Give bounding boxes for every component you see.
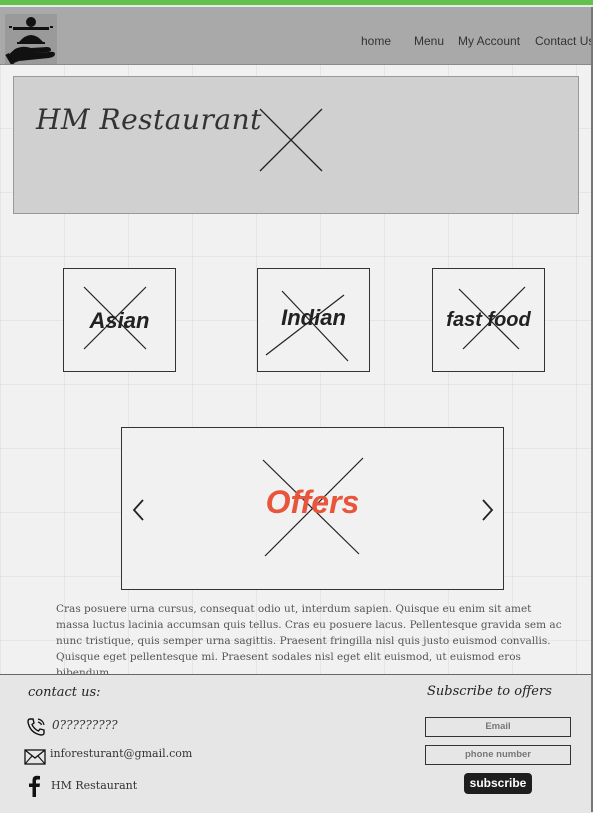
contact-heading: contact us: (28, 685, 101, 700)
facebook-link[interactable]: HM Restaurant (51, 779, 137, 792)
contact-phone[interactable]: 0????????? (52, 718, 118, 732)
navbar: home Menu My Account Contact Us (0, 7, 593, 65)
category-card-fast-food[interactable]: fast food (432, 268, 545, 372)
subscribe-button[interactable]: subscribe (464, 773, 532, 794)
image-placeholder-icon (259, 108, 323, 172)
body-paragraph: Cras posuere urna cursus, consequat odio… (56, 603, 562, 679)
contact-email[interactable]: inforesturant@gmail.com (50, 747, 192, 760)
category-card-asian[interactable]: Asian (63, 268, 176, 372)
chevron-right-icon[interactable] (479, 498, 495, 522)
nav-my-account-link[interactable]: My Account (458, 34, 520, 48)
nav-home-link[interactable]: home (361, 34, 391, 48)
phone-icon (27, 718, 45, 736)
nav-menu-link[interactable]: Menu (414, 34, 444, 48)
offers-label: Offers (265, 484, 360, 520)
offers-carousel[interactable]: Offers (121, 427, 504, 590)
category-label: Asian (89, 308, 150, 333)
facebook-icon[interactable] (27, 775, 41, 797)
nav-contact-us-link[interactable]: Contact Us (535, 34, 593, 48)
chevron-left-icon[interactable] (131, 498, 147, 522)
envelope-icon (24, 749, 46, 765)
email-field[interactable]: Email (425, 717, 571, 737)
phone-number-field[interactable]: phone number (425, 745, 571, 765)
category-card-indian[interactable]: Indian (257, 268, 370, 372)
restaurant-serving-hand-icon[interactable] (5, 14, 57, 64)
category-label: Indian (281, 305, 346, 330)
hero-banner: HM Restaurant (13, 76, 579, 214)
category-label: fast food (446, 309, 531, 331)
subscribe-heading: Subscribe to offers (427, 684, 552, 699)
hero-title: HM Restaurant (36, 103, 262, 136)
